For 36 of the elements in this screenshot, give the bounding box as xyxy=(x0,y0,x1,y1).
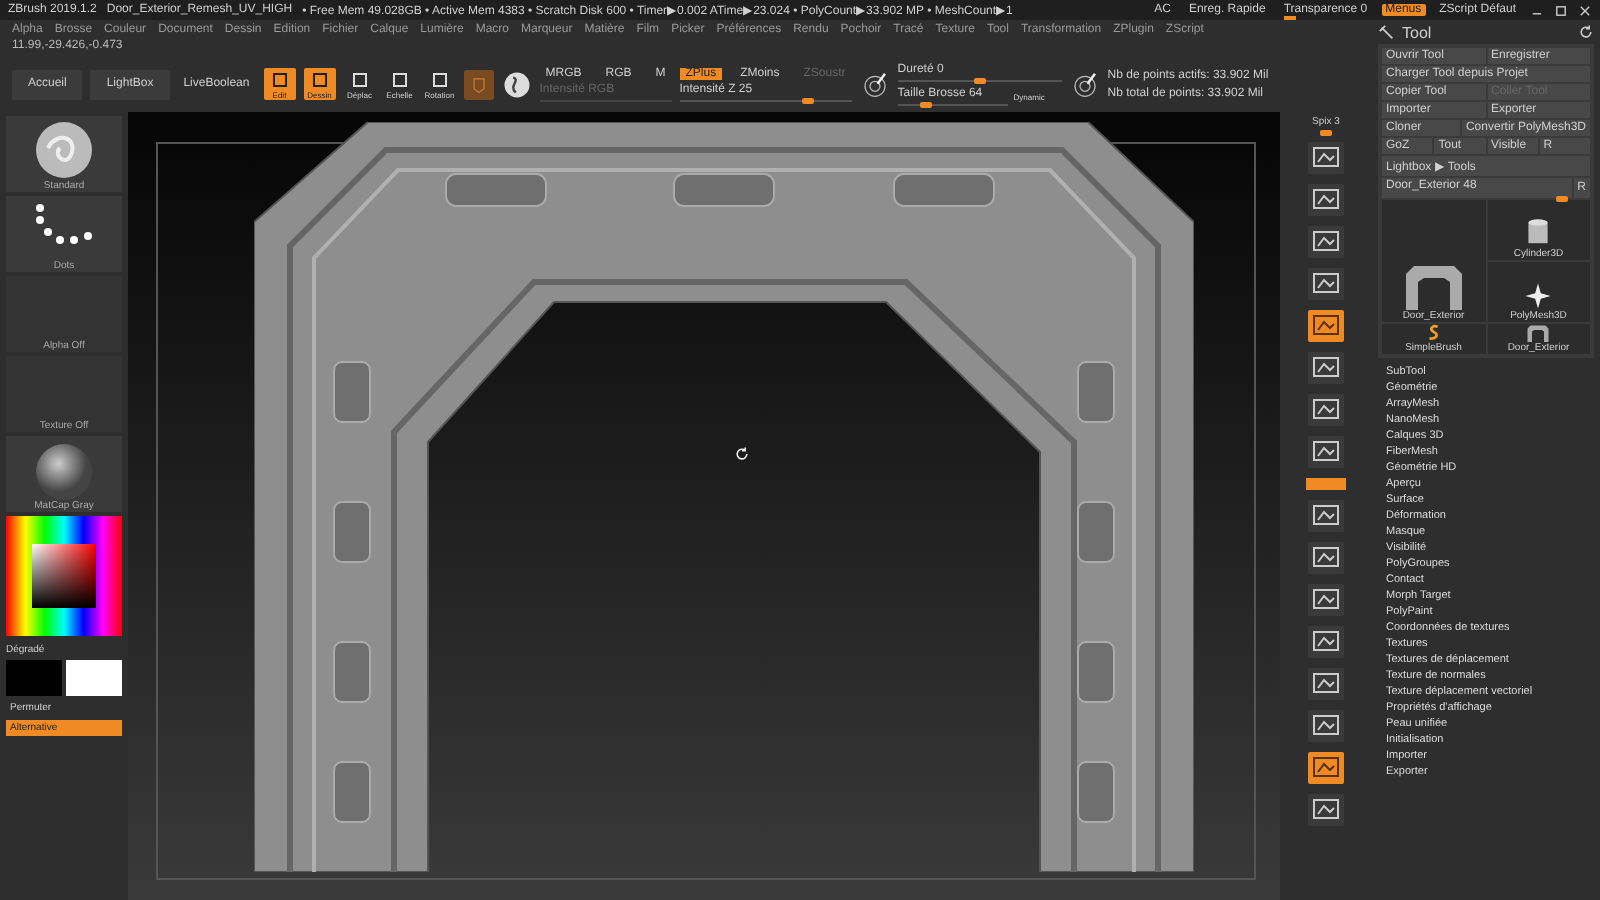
close-icon[interactable] xyxy=(1578,3,1592,17)
shelf-button[interactable] xyxy=(1308,794,1344,826)
tool-icon xyxy=(1378,23,1396,41)
frame-icon xyxy=(429,69,450,89)
brush-mode-icon[interactable] xyxy=(463,69,494,99)
shelf-button[interactable] xyxy=(1308,436,1344,468)
sphere-icon[interactable] xyxy=(501,69,532,99)
frame-icon xyxy=(269,69,290,89)
color-picker[interactable] xyxy=(6,516,122,636)
frame-icon xyxy=(309,69,330,89)
shelf-button[interactable] xyxy=(1308,542,1344,574)
frame-icon xyxy=(389,69,410,89)
refresh-icon[interactable] xyxy=(1578,24,1594,40)
shelf-button[interactable] xyxy=(1308,226,1344,258)
shelf-button[interactable] xyxy=(1308,394,1344,426)
shelf-button[interactable] xyxy=(1308,584,1344,616)
viewport[interactable] xyxy=(128,112,1280,900)
shelf-button[interactable] xyxy=(1308,268,1344,300)
shelf-button[interactable] xyxy=(1308,752,1344,784)
shelf-toggle[interactable] xyxy=(1306,478,1346,490)
shelf-button[interactable] xyxy=(1308,668,1344,700)
primary-color-swatch[interactable] xyxy=(6,660,62,696)
shelf-button[interactable] xyxy=(1308,184,1344,216)
secondary-color-swatch[interactable] xyxy=(66,660,122,696)
brush-depth-icon[interactable] xyxy=(1069,69,1100,99)
shelf-button[interactable] xyxy=(1308,500,1344,532)
panel-title: Tool xyxy=(1402,23,1434,41)
shelf-button[interactable] xyxy=(1308,142,1344,174)
rotate-cursor-icon xyxy=(734,446,750,462)
shelf-button[interactable] xyxy=(1308,352,1344,384)
frame-icon xyxy=(349,69,370,89)
shelf-button[interactable] xyxy=(1308,626,1344,658)
maximize-icon[interactable] xyxy=(1554,3,1568,17)
shelf-button[interactable] xyxy=(1308,310,1344,342)
brush-stroke-icon[interactable] xyxy=(859,69,890,99)
shelf-button[interactable] xyxy=(1308,710,1344,742)
